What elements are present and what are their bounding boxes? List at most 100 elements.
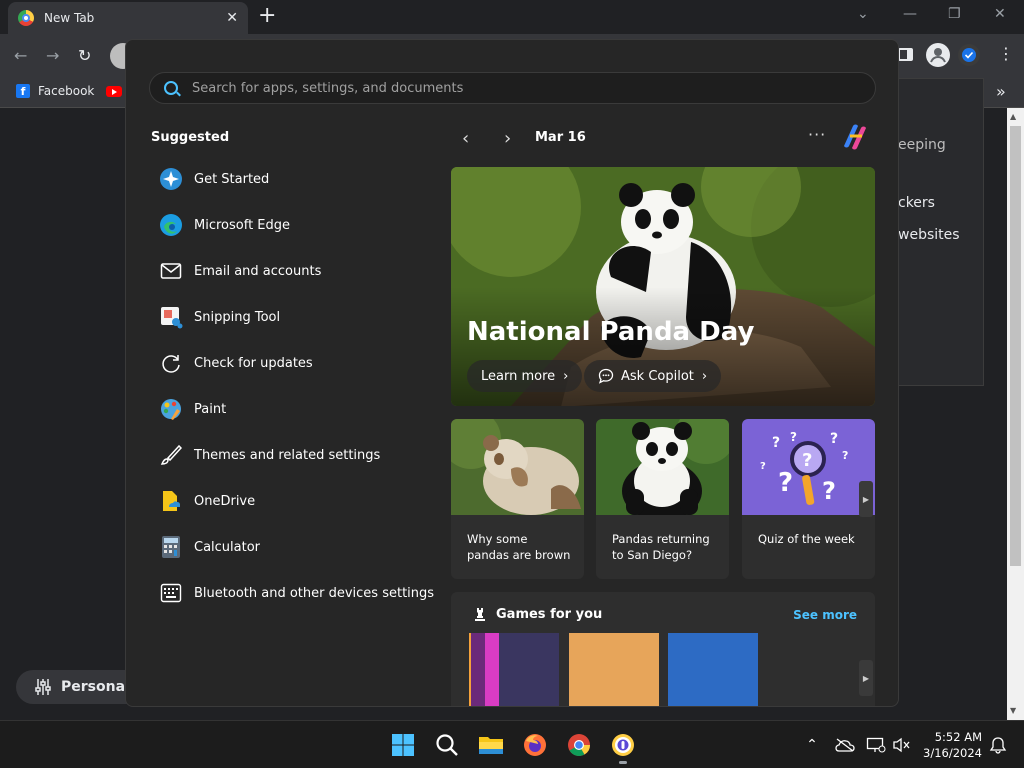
side-panel-icon[interactable] [898,48,913,61]
hero-title: National Panda Day [467,317,755,347]
suggested-app-onedrive[interactable]: OneDrive [159,486,255,516]
news-card-caption: Pandas returning to San Diego? [612,532,710,562]
extension-check-icon[interactable] [958,44,980,66]
minimize-icon[interactable]: — [903,6,917,22]
windows-start-icon[interactable] [389,731,417,759]
volume-muted-icon[interactable] [888,731,916,759]
news-card-quiz[interactable]: ???????? Quiz of the week [742,419,875,579]
active-app-indicator [619,761,627,764]
keyboard-icon [159,581,183,605]
suggested-app-email-accounts[interactable]: Email and accounts [159,256,321,286]
quiz-thumbnail: ???????? [742,419,875,515]
brown-panda-thumbnail [451,419,584,515]
background-text-fragment: ckers [898,195,935,211]
browser-favicon-icon [18,10,34,26]
hero-panda-card[interactable]: National Panda Day Learn more › Ask Copi… [451,167,875,406]
taskbar: ⌃ 5:52 AM 3/16/2024 [0,720,1024,768]
app-label: OneDrive [194,493,256,509]
suggested-app-edge[interactable]: Microsoft Edge [159,210,290,240]
ask-copilot-label: Ask Copilot [621,368,694,384]
browser-menu-icon[interactable]: ⋮ [998,44,1014,63]
suggested-app-snipping-tool[interactable]: Snipping Tool [159,302,280,332]
app-label: Email and accounts [194,263,322,279]
svg-text:?: ? [760,461,766,472]
get-started-icon [159,167,183,191]
widgets-next-arrow-icon[interactable]: › [504,128,511,149]
suggested-app-paint[interactable]: Paint [159,394,226,424]
firefox-icon[interactable] [521,731,549,759]
ask-copilot-button[interactable]: Ask Copilot › [584,360,722,392]
game-tile[interactable] [469,633,559,706]
restore-icon[interactable]: ❐ [948,6,961,22]
news-card-pandas-san-diego[interactable]: Pandas returning to San Diego? [596,419,729,579]
game-tile[interactable] [569,633,659,706]
widgets-more-options-icon[interactable]: ··· [808,125,826,144]
bookmark-youtube[interactable] [106,86,122,97]
page-scrollbar[interactable]: ▲ ▼ [1007,108,1024,720]
copilot-icon[interactable] [838,122,872,152]
tab-close-icon[interactable]: ✕ [226,10,238,26]
app-label: Themes and related settings [194,447,381,463]
svg-text:?: ? [842,449,848,462]
personalize-label: Personali [61,679,135,695]
forward-icon[interactable]: → [46,46,59,65]
browser-app-icon[interactable] [609,731,637,759]
svg-text:?: ? [772,435,780,451]
tab-search-chevron-icon[interactable]: ⌄ [857,6,869,22]
svg-text:?: ? [830,431,838,447]
widgets-prev-arrow-icon[interactable]: ‹ [462,128,469,149]
show-hidden-icons-chevron-icon[interactable]: ⌃ [798,731,826,759]
widgets-date: Mar 16 [535,130,586,145]
taskbar-clock[interactable]: 5:52 AM 3/16/2024 [920,729,982,761]
bookmark-label: Facebook [38,84,95,98]
bookmarks-overflow-icon[interactable]: » [996,82,1006,101]
start-search-input[interactable] [192,80,792,96]
app-label: Paint [194,401,227,417]
network-icon[interactable] [862,731,890,759]
scroll-down-icon[interactable]: ▼ [1010,706,1016,715]
start-menu: Suggested Get Started Microsoft Edge Ema… [125,39,899,707]
clock-date: 3/16/2024 [923,746,982,760]
onedrive-offline-icon[interactable] [831,731,859,759]
file-explorer-icon[interactable] [477,731,505,759]
suggested-app-bluetooth-settings[interactable]: Bluetooth and other devices settings [159,578,434,608]
tab-new-tab[interactable]: New Tab ✕ [8,2,248,34]
search-icon [164,81,178,95]
profile-avatar-icon[interactable] [926,43,950,67]
news-card-brown-pandas[interactable]: Why some pandas are brown [451,419,584,579]
notifications-bell-icon[interactable] [984,731,1012,759]
svg-text:?: ? [778,468,793,498]
chevron-right-icon: › [563,368,569,384]
suggested-app-get-started[interactable]: Get Started [159,164,269,194]
bookmark-facebook[interactable]: f Facebook [16,84,94,98]
suggested-app-calculator[interactable]: Calculator [159,532,260,562]
learn-more-button[interactable]: Learn more › [467,360,583,392]
reload-icon[interactable]: ↻ [78,46,91,65]
onedrive-icon [159,489,183,513]
games-for-you-card: Games for you See more [451,592,875,706]
brush-icon [159,443,183,467]
chrome-icon[interactable] [565,731,593,759]
paint-icon [159,397,183,421]
suggested-app-check-updates[interactable]: Check for updates [159,348,313,378]
calculator-icon [159,535,183,559]
app-label: Calculator [194,539,261,555]
start-search-box[interactable] [149,72,876,104]
back-icon[interactable]: ← [14,46,27,65]
game-tile[interactable] [668,633,758,706]
svg-text:?: ? [822,477,836,505]
svg-text:?: ? [802,450,812,471]
news-scroll-right-icon[interactable]: ▶ [859,481,873,517]
games-title: Games for you [496,607,603,622]
news-card-caption: Quiz of the week [758,532,855,546]
scroll-up-icon[interactable]: ▲ [1010,112,1016,121]
close-window-icon[interactable]: ✕ [994,6,1006,22]
new-tab-button[interactable]: + [258,5,276,27]
scrollbar-thumb[interactable] [1010,126,1021,566]
games-scroll-right-icon[interactable]: ▶ [859,660,873,696]
chess-piece-icon [475,608,485,621]
taskbar-search-icon[interactable] [433,731,461,759]
see-more-link[interactable]: See more [793,608,857,622]
suggested-app-themes-settings[interactable]: Themes and related settings [159,440,380,470]
snipping-tool-icon [159,305,183,329]
